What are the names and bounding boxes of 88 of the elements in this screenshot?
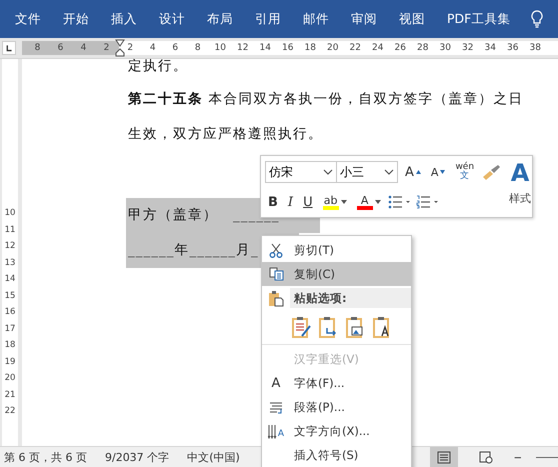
phonetic-guide-button[interactable]: wén 文 <box>452 161 478 183</box>
tab-stop-icon[interactable] <box>2 41 16 55</box>
grow-font-button[interactable]: A <box>402 161 424 183</box>
page-icon <box>437 451 451 464</box>
ribbon-tab[interactable]: 设计 <box>150 8 194 30</box>
document-text: 生效，双方应严格遵照执行。 <box>128 125 323 144</box>
font-color-button[interactable]: A <box>354 191 384 213</box>
ruler-number: 24 <box>371 43 384 53</box>
ruler-number: 22 <box>4 405 16 418</box>
ruler-number: 4 <box>80 43 88 53</box>
ruler-number: 4 <box>148 43 157 53</box>
ruler-number: 16 <box>281 43 294 53</box>
menu-item[interactable]: 复制(C) <box>262 262 411 286</box>
ruler-number: 32 <box>461 43 474 53</box>
ruler-number: 11 <box>4 224 16 236</box>
ruler-number: 12 <box>4 240 16 253</box>
ruler-number: 21 <box>4 388 16 402</box>
shrink-font-button[interactable]: A <box>428 161 448 183</box>
ruler-number: 2 <box>102 43 110 53</box>
ruler-number: 28 <box>416 43 430 53</box>
ruler-number: 14 <box>4 273 16 286</box>
copy-icon <box>268 267 284 281</box>
chevron-down-icon <box>323 169 333 175</box>
paste-option-button[interactable] <box>292 316 312 338</box>
ruler-number: 38 <box>528 43 542 53</box>
ruler-number: 36 <box>506 43 520 53</box>
ribbon-tab[interactable]: PDF工具集 <box>438 8 520 30</box>
ribbon-tab[interactable]: 开始 <box>54 8 98 30</box>
indent-marker-icon[interactable] <box>115 39 125 57</box>
ruler-number: 15 <box>4 290 16 302</box>
ruler-number: 8 <box>194 43 202 53</box>
ruler-number: 6 <box>56 43 64 53</box>
ruler-number: 18 <box>304 43 317 53</box>
language-indicator: 中文(中国) <box>187 450 240 465</box>
numbered-list-icon[interactable] <box>416 195 440 209</box>
font-letter-icon: A <box>272 376 280 390</box>
ruler-number: 12 <box>236 43 250 53</box>
ruler-number: 34 <box>484 43 497 53</box>
word-count: 9/2037 个字 <box>104 450 170 465</box>
ribbon-tab[interactable]: 视图 <box>390 8 434 30</box>
ruler-number: 20 <box>4 372 16 385</box>
paragraph-icon <box>269 400 283 414</box>
ribbon-tab[interactable]: 插入 <box>102 8 146 30</box>
page-count: 第 6 页，共 6 页 <box>4 450 87 465</box>
styles-button[interactable]: A 样式 <box>503 160 538 212</box>
menu-section-header: 粘贴选项: <box>290 288 411 308</box>
menu-item[interactable]: 段落(P)... <box>262 395 411 419</box>
ruler-number: 14 <box>258 43 272 53</box>
lightbulb-icon[interactable] <box>531 10 544 28</box>
print-layout-button[interactable] <box>430 447 458 467</box>
zoom-out-button[interactable]: − <box>514 450 522 465</box>
ruler-number: 8 <box>34 43 42 53</box>
ribbon-tab[interactable]: 审阅 <box>342 8 386 30</box>
ruler-number: 20 <box>326 43 340 53</box>
ruler-number: 30 <box>438 43 452 53</box>
ruler-number: 10 <box>4 207 16 220</box>
font-name-dropdown[interactable]: 仿宋 <box>265 161 337 183</box>
ruler-number: 19 <box>4 356 16 368</box>
ruler-number: 17 <box>4 322 16 336</box>
ruler-number: 16 <box>4 306 16 319</box>
menu-item[interactable]: A 字体(F)... <box>262 371 411 395</box>
paste-option-button[interactable] <box>319 316 339 338</box>
up-triangle-icon <box>416 170 421 174</box>
ruler-number: 13 <box>4 256 16 270</box>
ribbon-tab[interactable]: 文件 <box>6 8 50 30</box>
font-size-dropdown[interactable]: 小三 <box>336 161 398 183</box>
ribbon-tab[interactable]: 引用 <box>246 8 290 30</box>
ruler-number: 26 <box>394 43 407 53</box>
ruler-number: 2 <box>126 43 134 53</box>
ruler-number: 6 <box>171 43 180 53</box>
ruler-number: 22 <box>348 43 362 53</box>
ribbon-tab[interactable]: 邮件 <box>294 8 338 30</box>
scissors-icon <box>269 242 283 258</box>
menu-item[interactable]: A 文字方向(X)... <box>262 419 411 443</box>
caret-icon <box>340 200 347 204</box>
highlight-button[interactable]: ab <box>320 191 350 213</box>
brush-icon[interactable] <box>481 164 502 180</box>
down-triangle-icon <box>440 170 446 174</box>
ruler-number: 18 <box>4 339 16 352</box>
ruler-number: 10 <box>214 43 227 53</box>
web-page-icon <box>479 451 493 464</box>
chevron-down-icon <box>384 169 394 175</box>
bullet-list-icon[interactable] <box>388 195 412 209</box>
ribbon-tab[interactable]: 布局 <box>198 8 242 30</box>
document-text: 第二十五条 本合同双方各执一份，自双方签字（盖章）之日 <box>128 90 524 109</box>
clipboard-icon <box>268 290 284 306</box>
menu-item[interactable]: 插入符号(S) <box>262 443 411 467</box>
caret-icon <box>374 200 381 204</box>
